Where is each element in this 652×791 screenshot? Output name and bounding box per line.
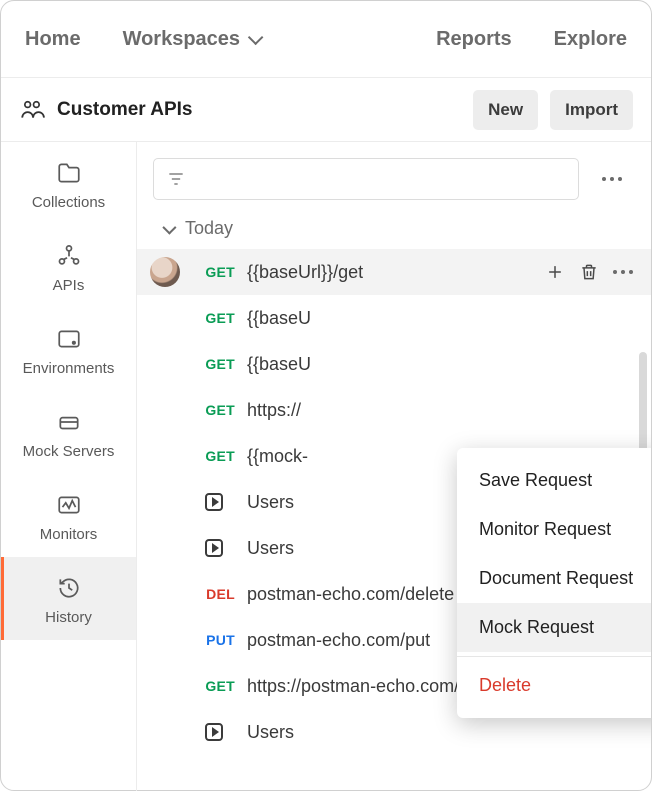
new-button[interactable]: New bbox=[473, 90, 538, 130]
menu-item-delete[interactable]: Delete bbox=[457, 661, 651, 710]
method-badge bbox=[193, 723, 235, 741]
method-badge bbox=[193, 539, 235, 557]
section-label: Today bbox=[185, 218, 233, 239]
method-badge: GET bbox=[193, 402, 235, 418]
server-icon bbox=[56, 409, 82, 435]
method-badge: PUT bbox=[193, 632, 235, 648]
rail-collections[interactable]: Collections bbox=[1, 142, 136, 225]
avatar bbox=[150, 257, 180, 287]
history-row[interactable]: GET {{baseU bbox=[137, 341, 651, 387]
rail-mockservers[interactable]: Mock Servers bbox=[1, 391, 136, 474]
run-icon bbox=[205, 539, 223, 557]
menu-separator bbox=[457, 656, 651, 657]
history-row[interactable]: GET https:// bbox=[137, 387, 651, 433]
dots-icon bbox=[602, 177, 622, 181]
nav-home[interactable]: Home bbox=[25, 28, 81, 51]
trash-icon[interactable] bbox=[579, 262, 599, 282]
rail-history[interactable]: History bbox=[1, 557, 136, 640]
filter-bar bbox=[153, 158, 635, 200]
filter-button[interactable] bbox=[153, 158, 579, 200]
environment-icon bbox=[56, 326, 82, 352]
nav-explore[interactable]: Explore bbox=[554, 28, 627, 51]
history-row[interactable]: GET {{baseUrl}}/get bbox=[137, 249, 651, 295]
import-button[interactable]: Import bbox=[550, 90, 633, 130]
request-label: {{baseU bbox=[247, 308, 633, 329]
method-badge: GET bbox=[193, 448, 235, 464]
row-actions bbox=[545, 262, 633, 282]
workspace-title: Customer APIs bbox=[57, 99, 193, 121]
chevron-down-icon bbox=[162, 220, 176, 234]
nav-workspaces-label: Workspaces bbox=[123, 28, 240, 51]
api-icon bbox=[56, 243, 82, 269]
add-icon[interactable] bbox=[545, 262, 565, 282]
avatar-slot bbox=[149, 257, 181, 287]
request-label: {{baseU bbox=[247, 354, 633, 375]
method-badge: GET bbox=[193, 264, 235, 280]
rail-label: Mock Servers bbox=[23, 443, 115, 460]
left-rail: Collections APIs Environments Mock Serve… bbox=[1, 142, 137, 791]
menu-item-document-request[interactable]: Document Request bbox=[457, 554, 651, 603]
request-label: {{baseUrl}}/get bbox=[247, 262, 533, 283]
history-panel: Today GET {{baseUrl}}/get GET {{baseU GET {{b… bbox=[137, 142, 651, 791]
request-label: Users bbox=[247, 722, 633, 743]
nav-reports[interactable]: Reports bbox=[436, 28, 512, 51]
menu-item-monitor-request[interactable]: Monitor Request bbox=[457, 505, 651, 554]
rail-label: Collections bbox=[32, 194, 105, 211]
chevron-down-icon bbox=[248, 29, 264, 45]
folder-icon bbox=[56, 160, 82, 186]
rail-label: History bbox=[45, 609, 92, 626]
people-icon bbox=[19, 97, 45, 123]
history-section-header[interactable]: Today bbox=[137, 204, 651, 249]
monitor-icon bbox=[56, 492, 82, 518]
rail-environments[interactable]: Environments bbox=[1, 308, 136, 391]
method-badge: GET bbox=[193, 310, 235, 326]
run-icon bbox=[205, 723, 223, 741]
top-nav: Home Workspaces Reports Explore bbox=[1, 1, 651, 77]
rail-apis[interactable]: APIs bbox=[1, 225, 136, 308]
filter-icon bbox=[166, 169, 186, 189]
method-badge: GET bbox=[193, 678, 235, 694]
method-badge: DEL bbox=[193, 586, 235, 602]
history-row[interactable]: GET {{baseU bbox=[137, 295, 651, 341]
row-more-button[interactable] bbox=[613, 270, 633, 274]
rail-monitors[interactable]: Monitors bbox=[1, 474, 136, 557]
panel-more-button[interactable] bbox=[589, 158, 635, 200]
menu-item-mock-request[interactable]: Mock Request✊ bbox=[457, 603, 651, 652]
workspace-bar: Customer APIs New Import bbox=[1, 77, 651, 141]
method-badge bbox=[193, 493, 235, 511]
rail-label: Environments bbox=[23, 360, 115, 377]
context-menu: Save RequestMonitor RequestDocument Requ… bbox=[457, 448, 651, 718]
nav-workspaces[interactable]: Workspaces bbox=[123, 28, 259, 51]
method-badge: GET bbox=[193, 356, 235, 372]
menu-item-save-request[interactable]: Save Request bbox=[457, 456, 651, 505]
history-icon bbox=[56, 575, 82, 601]
main-split: Collections APIs Environments Mock Serve… bbox=[1, 141, 651, 791]
rail-label: APIs bbox=[53, 277, 85, 294]
run-icon bbox=[205, 493, 223, 511]
rail-label: Monitors bbox=[40, 526, 98, 543]
request-label: https:// bbox=[247, 400, 633, 421]
